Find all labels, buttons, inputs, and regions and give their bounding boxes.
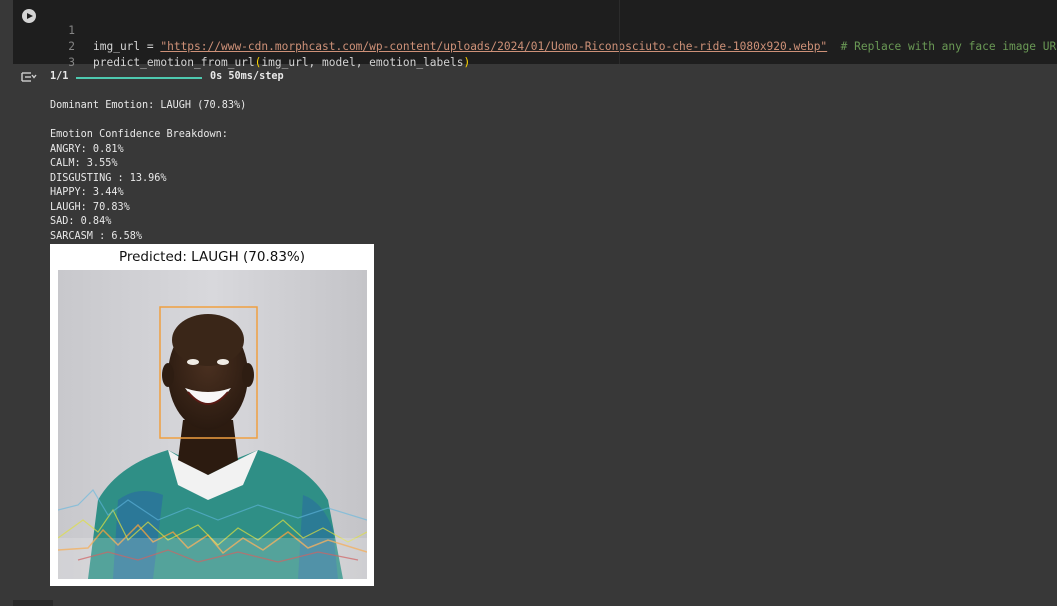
figure-title: Predicted: LAUGH (70.83%): [118, 249, 306, 265]
breakdown-header: Emotion Confidence Breakdown:: [50, 129, 228, 140]
dominant-emotion: Dominant Emotion: LAUGH (70.83%): [50, 100, 247, 111]
prediction-figure: Predicted: LAUGH (70.83%): [50, 244, 374, 586]
code-editor[interactable]: 1 img_url = "https://www-cdn.morphcast.c…: [53, 7, 1057, 69]
function-name: predict_emotion_from_url: [93, 56, 255, 69]
close-paren: ): [463, 56, 471, 69]
face-photo: [58, 270, 367, 579]
breakdown-item-angry: ANGRY: 0.81%: [50, 143, 124, 155]
breakdown-item-disgusting: DISGUSTING : 13.96%: [50, 172, 167, 184]
progress-bar: [76, 77, 202, 79]
code-line: 3: [53, 39, 1053, 69]
breakdown-item-sarcasm: SARCASM : 6.58%: [50, 230, 143, 242]
code-cell[interactable]: 1 img_url = "https://www-cdn.morphcast.c…: [13, 0, 1057, 69]
breakdown-item-laugh: LAUGH: 70.83%: [50, 201, 130, 213]
progress-fill: [76, 77, 202, 79]
output-collapse-icon[interactable]: [21, 70, 37, 84]
play-circle-icon[interactable]: [22, 9, 36, 23]
code-line: 1 img_url = "https://www-cdn.morphcast.c…: [53, 7, 1057, 53]
breakdown-item-sad: SAD: 0.84%: [50, 216, 112, 227]
progress-step: 1/1: [50, 71, 69, 82]
scroll-indicator: [13, 600, 53, 606]
code-line: 2 predict_emotion_from_url(img_url, mode…: [53, 23, 1053, 69]
editor-divider: [619, 0, 620, 64]
breakdown-item-calm: CALM: 3.55%: [50, 158, 118, 169]
notebook-page: 1 img_url = "https://www-cdn.morphcast.c…: [0, 0, 1057, 606]
breakdown-item-happy: HAPPY: 3.44%: [50, 187, 124, 198]
function-args: img_url, model, emotion_labels: [261, 56, 464, 69]
code-text: predict_emotion_from_url(img_url, model,…: [93, 55, 470, 71]
line-number: 3: [68, 56, 75, 69]
progress-line: 1/1 0s 50ms/step: [50, 70, 284, 84]
progress-timing: 0s 50ms/step: [210, 71, 284, 82]
